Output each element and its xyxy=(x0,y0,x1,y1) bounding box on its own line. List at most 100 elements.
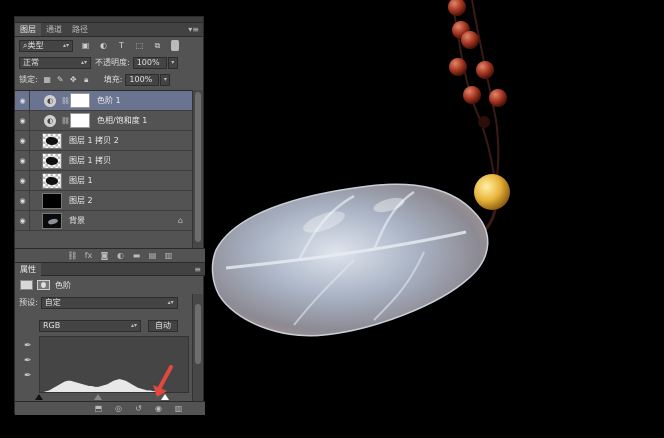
layers-scrollbar-thumb[interactable] xyxy=(195,92,201,242)
link-icon[interactable]: ⛓ xyxy=(61,97,70,105)
properties-scrollbar-thumb[interactable] xyxy=(195,304,201,364)
new-group-icon[interactable]: ▬ xyxy=(131,251,142,260)
hue-saturation-adjustment-icon: ◐ xyxy=(44,114,56,127)
properties-menu-icon[interactable]: ≡ xyxy=(194,263,201,277)
preset-select[interactable]: 自定 ▴▾ xyxy=(40,296,178,309)
layer-row-background[interactable]: ◉ 背景 ⌂ xyxy=(15,210,193,231)
layer-name[interactable]: 图层 1 拷贝 2 xyxy=(69,135,119,146)
layer-name[interactable]: 图层 2 xyxy=(69,195,93,206)
auto-button[interactable]: 自动 xyxy=(148,319,178,332)
layer-row-levels-1[interactable]: ◉ ◐ ⛓ 色阶 1 xyxy=(15,90,193,111)
layer-mask-thumbnail[interactable] xyxy=(70,93,90,108)
mask-icon[interactable] xyxy=(37,280,50,290)
document-canvas[interactable] xyxy=(204,0,664,438)
opacity-field[interactable]: 100% xyxy=(132,56,167,69)
channel-select[interactable]: RGB ▴▾ xyxy=(39,319,141,332)
properties-header: 色阶 xyxy=(15,276,205,294)
histogram-icon[interactable] xyxy=(20,280,33,290)
red-pointer-arrow-icon xyxy=(153,365,173,397)
reset-icon[interactable]: ↺ xyxy=(133,404,144,413)
layer-name[interactable]: 背景 xyxy=(69,215,85,226)
black-point-eyedropper-icon[interactable]: ✒ xyxy=(24,341,32,351)
properties-scrollbar[interactable] xyxy=(192,294,203,401)
trash-icon[interactable]: ▥ xyxy=(173,404,184,413)
jade-leaf-pendant-image xyxy=(211,0,510,337)
tab-channels[interactable]: 通道 xyxy=(41,23,67,36)
new-layer-icon[interactable]: ▤ xyxy=(147,251,158,260)
lock-row: 锁定: ▦ ✎ ✥ 🔒︎ 填充: 100% ▾ xyxy=(15,71,203,88)
panel-menu-icon[interactable]: ▾≡ xyxy=(188,23,199,37)
tab-paths[interactable]: 路径 xyxy=(67,23,93,36)
lock-pixels-icon[interactable]: ✎ xyxy=(55,74,66,85)
layer-name[interactable]: 色相/饱和度 1 xyxy=(97,115,147,126)
lock-icon: ⌂ xyxy=(177,216,183,225)
new-adjustment-icon[interactable]: ◐ xyxy=(115,251,126,260)
trash-icon[interactable]: ▥ xyxy=(163,251,174,260)
layer-row-hue-saturation-1[interactable]: ◉ ◐ ⛓ 色相/饱和度 1 xyxy=(15,110,193,131)
type-filter-icon[interactable]: T xyxy=(116,40,127,51)
opacity-dropdown-icon[interactable]: ▾ xyxy=(167,56,178,69)
preset-label: 预设: xyxy=(19,298,38,307)
layer-row-layer-1[interactable]: ◉ 图层 1 xyxy=(15,170,193,191)
chevron-down-icon: ▴▾ xyxy=(80,58,87,66)
layer-filter-row: ⌕类型 ▴▾ ▣ ◐ T ⬚ ⧉ xyxy=(15,37,203,54)
layer-name[interactable]: 图层 1 xyxy=(69,175,93,186)
smart-object-filter-icon[interactable]: ⧉ xyxy=(152,40,163,51)
layer-row-layer-1-copy-2[interactable]: ◉ 图层 1 拷贝 2 xyxy=(15,130,193,151)
layers-tabbar: 图层 通道 路径 ▾≡ xyxy=(15,23,203,37)
layer-name[interactable]: 色阶 1 xyxy=(97,95,121,106)
link-icon[interactable]: ⛓ xyxy=(61,117,70,125)
layer-row-layer-2[interactable]: ◉ 图层 2 xyxy=(15,190,193,211)
fill-dropdown-icon[interactable]: ▾ xyxy=(160,73,171,86)
lock-position-icon[interactable]: ✥ xyxy=(68,74,79,85)
levels-adjustment-icon: ◐ xyxy=(44,94,56,107)
lock-label: 锁定: xyxy=(19,75,38,84)
lock-all-icon[interactable]: 🔒︎ xyxy=(81,74,92,85)
shape-filter-icon[interactable]: ⬚ xyxy=(134,40,145,51)
layer-row-layer-1-copy[interactable]: ◉ 图层 1 拷贝 xyxy=(15,150,193,171)
view-previous-icon[interactable]: ◎ xyxy=(113,404,124,413)
black-input-handle[interactable] xyxy=(35,394,43,400)
layers-footer-toolbar: ⛓ fx ◙ ◐ ▬ ▤ ▥ xyxy=(15,248,205,262)
properties-footer-toolbar: ⬒ ◎ ↺ ◉ ▥ xyxy=(15,401,205,415)
filter-kind-select[interactable]: ⌕类型 ▴▾ xyxy=(19,39,73,52)
eye-icon[interactable]: ◉ xyxy=(16,110,30,131)
eye-icon[interactable]: ◉ xyxy=(16,150,30,171)
layer-thumbnail xyxy=(42,172,62,189)
eye-icon[interactable]: ◉ xyxy=(16,90,30,111)
eye-icon[interactable]: ◉ xyxy=(16,130,30,151)
midtone-input-handle[interactable] xyxy=(93,394,102,400)
blend-mode-select[interactable]: 正常 ▴▾ xyxy=(19,56,91,69)
image-filter-icon[interactable]: ▣ xyxy=(80,40,91,51)
layer-thumbnail xyxy=(42,132,62,149)
adjustment-filter-icon[interactable]: ◐ xyxy=(98,40,109,51)
clip-to-layer-icon[interactable]: ⬒ xyxy=(93,404,104,413)
visibility-icon[interactable]: ◉ xyxy=(153,404,164,413)
eye-icon[interactable]: ◉ xyxy=(16,170,30,191)
tab-layers[interactable]: 图层 xyxy=(15,23,41,36)
properties-tabbar: 属性 ≡ xyxy=(15,262,205,277)
fx-icon[interactable]: fx xyxy=(83,251,94,260)
filter-toggle-icon[interactable] xyxy=(171,40,179,51)
eye-icon[interactable]: ◉ xyxy=(16,210,30,231)
lock-transparency-icon[interactable]: ▦ xyxy=(42,74,53,85)
preset-row: 预设: 自定 ▴▾ xyxy=(15,294,193,311)
layers-list[interactable]: ◉ ◐ ⛓ 色阶 1 ◉ ◐ ⛓ 色相/饱和度 1 ◉ 图层 1 拷贝 2 ◉ … xyxy=(15,90,193,248)
gray-point-eyedropper-icon[interactable]: ✒ xyxy=(24,356,32,366)
channel-row: RGB ▴▾ 自动 xyxy=(15,317,193,334)
chevron-down-icon: ▴▾ xyxy=(62,41,69,49)
layer-name[interactable]: 图层 1 拷贝 xyxy=(69,155,111,166)
add-mask-icon[interactable]: ◙ xyxy=(99,251,110,260)
chevron-down-icon: ▴▾ xyxy=(167,298,174,306)
eye-icon[interactable]: ◉ xyxy=(16,190,30,211)
chevron-down-icon: ▴▾ xyxy=(130,321,137,329)
white-point-eyedropper-icon[interactable]: ✒ xyxy=(24,371,32,381)
layer-thumbnail xyxy=(42,212,62,229)
layers-properties-panel: 图层 通道 路径 ▾≡ ⌕类型 ▴▾ ▣ ◐ T ⬚ ⧉ 正常 ▴▾ 不透明度: 1… xyxy=(14,16,205,415)
link-layers-icon[interactable]: ⛓ xyxy=(67,251,78,260)
layers-scrollbar[interactable] xyxy=(192,90,203,248)
tab-properties[interactable]: 属性 xyxy=(15,263,41,277)
layer-mask-thumbnail[interactable] xyxy=(70,113,90,128)
layer-thumbnail xyxy=(42,152,62,169)
fill-field[interactable]: 100% xyxy=(125,73,160,86)
